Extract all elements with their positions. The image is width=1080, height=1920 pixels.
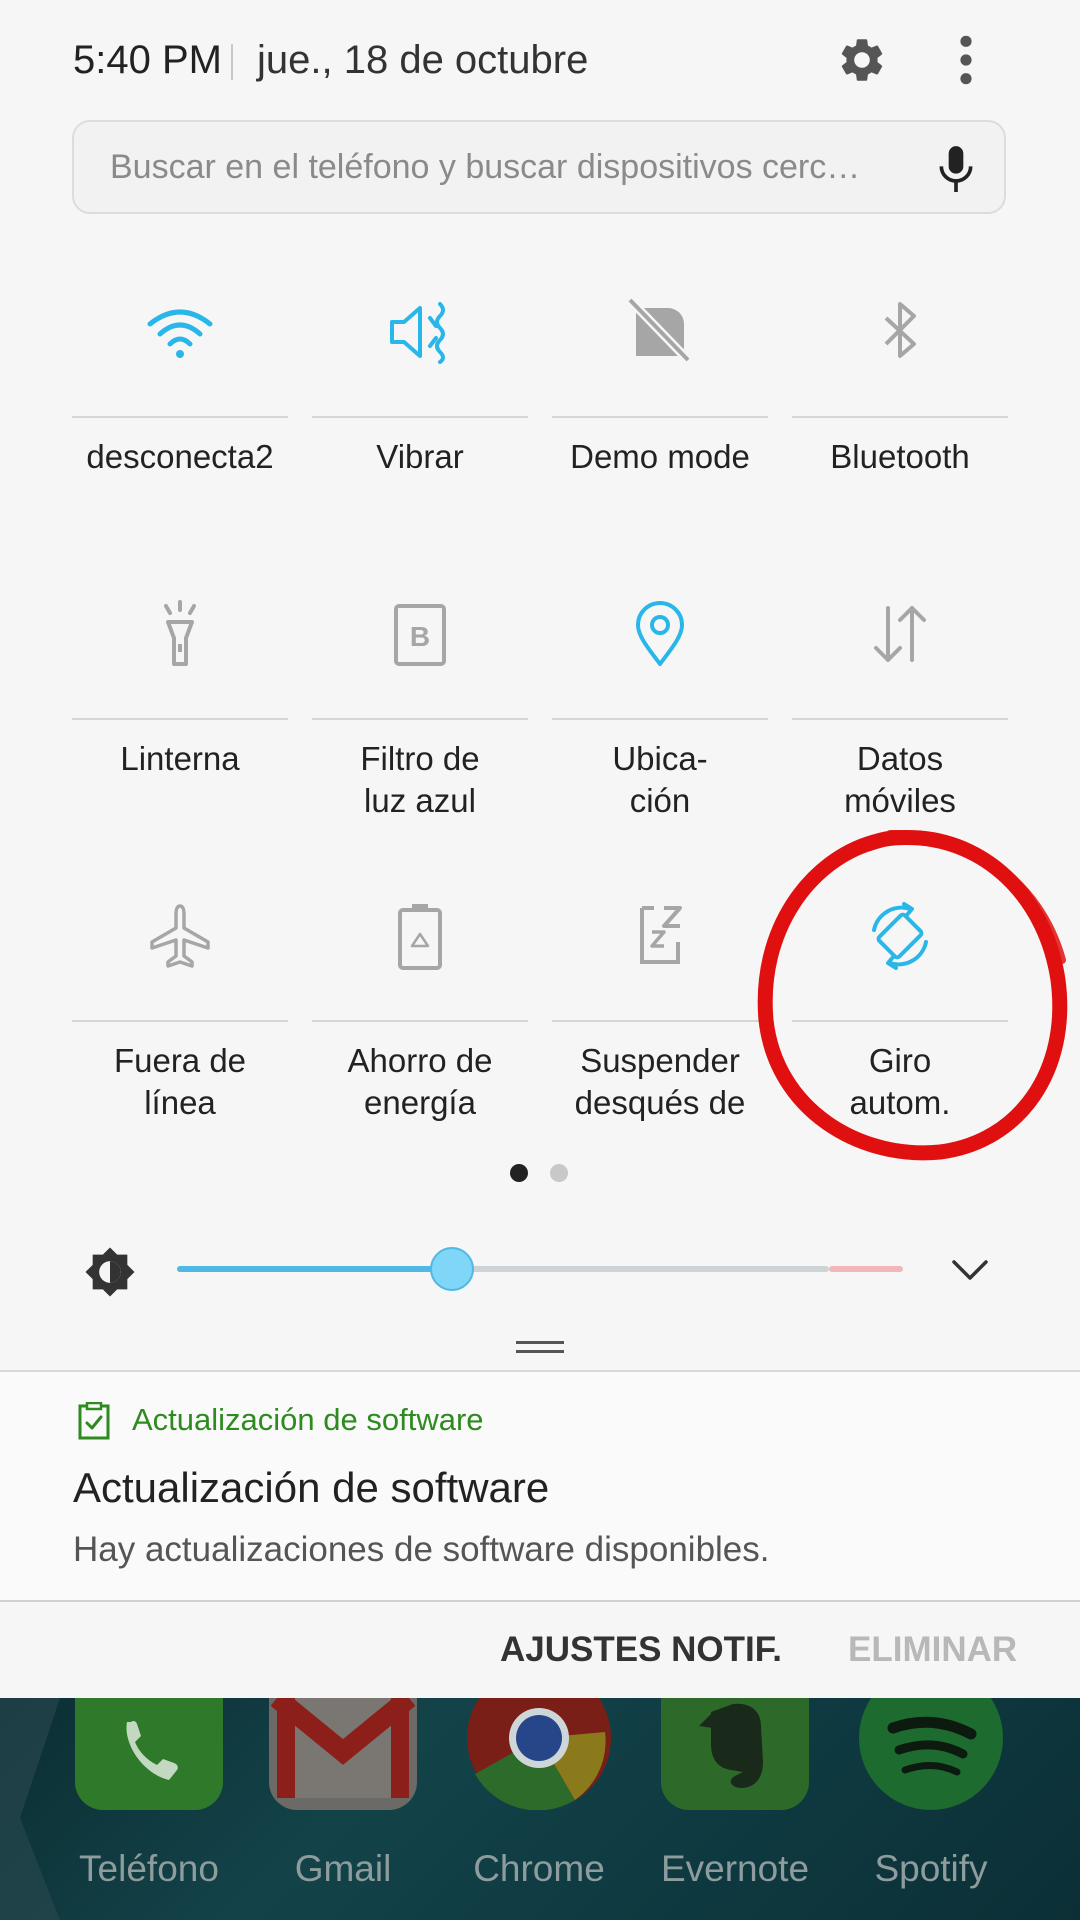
wifi-icon — [147, 309, 213, 358]
notification-app-name: Actualización de software — [132, 1402, 484, 1437]
notification-card[interactable]: Actualización de software Actualización … — [0, 1372, 1080, 1600]
software-update-icon — [78, 1402, 110, 1440]
spotify-app-icon — [857, 1698, 1005, 1810]
flashlight-icon — [164, 600, 196, 666]
gmail-app-icon — [269, 1698, 417, 1810]
notification-title: Actualización de software — [73, 1464, 550, 1511]
brightness-track-empty — [453, 1266, 829, 1272]
tile-label: desconecta2 — [86, 438, 274, 475]
bluetooth-icon — [884, 302, 916, 358]
brightness-track-high — [829, 1266, 903, 1272]
tile-divider — [792, 718, 1008, 720]
dock-app-label: Spotify — [874, 1848, 988, 1889]
tile-divider — [792, 416, 1008, 418]
tile-divider — [792, 1020, 1008, 1022]
drag-handle[interactable] — [516, 1341, 564, 1344]
brightness-icon — [85, 1247, 135, 1297]
tile-power-saving[interactable]: Ahorro de energía — [312, 872, 528, 1132]
search-bar[interactable]: Buscar en el teléfono y buscar dispositi… — [72, 120, 1006, 214]
airplane-icon — [150, 904, 210, 968]
tile-divider — [72, 416, 288, 418]
dock-app-label: Evernote — [660, 1848, 810, 1889]
tile-blue-light-filter[interactable]: B Filtro de luz azul — [312, 570, 528, 830]
tile-label: Linterna — [120, 740, 240, 777]
tile-label: Datos móviles — [844, 740, 956, 819]
notification-body: Hay actualizaciones de software disponib… — [73, 1530, 770, 1569]
tile-divider — [72, 718, 288, 720]
tile-flashlight[interactable]: Linterna — [72, 570, 288, 830]
dock-app-label: Gmail — [294, 1848, 392, 1889]
header-separator — [231, 44, 233, 80]
tile-label: Suspender desqués de — [574, 1042, 746, 1121]
tile-bluetooth[interactable]: Bluetooth — [792, 268, 1008, 528]
notification-panel-header: 5:40 PM jue., 18 de octubre — [0, 0, 1080, 120]
tile-divider — [552, 416, 768, 418]
dock-app-label: Chrome — [473, 1848, 605, 1889]
tile-divider — [552, 718, 768, 720]
dock-app-label: Teléfono — [79, 1848, 219, 1889]
tile-divider — [312, 1020, 528, 1022]
drag-handle[interactable] — [516, 1350, 564, 1353]
date: jue., 18 de octubre — [257, 38, 589, 82]
demo-mode-icon — [626, 296, 692, 364]
brightness-slider-thumb[interactable] — [430, 1247, 474, 1291]
dock-app-phone[interactable]: Teléfono — [51, 1698, 247, 1920]
tile-wifi[interactable]: desconecta2 — [72, 268, 288, 528]
tile-label: Ubica- ción — [612, 740, 708, 819]
tile-auto-rotate[interactable]: Giro autom. — [792, 872, 1008, 1132]
dock-app-evernote[interactable]: Evernote — [637, 1698, 833, 1920]
home-dock: Teléfono Gmail Chrome Evernote Spotify — [0, 1698, 1080, 1920]
search-input[interactable]: Buscar en el teléfono y buscar dispositi… — [110, 148, 890, 187]
tile-label: Demo mode — [570, 438, 750, 475]
page-indicator-inactive[interactable] — [550, 1164, 568, 1182]
tile-demo-mode[interactable]: Demo mode — [552, 268, 768, 528]
brightness-track-filled — [177, 1266, 453, 1272]
page-indicator-active[interactable] — [510, 1164, 528, 1182]
tile-divider — [72, 1020, 288, 1022]
tile-divider — [312, 416, 528, 418]
dock-app-spotify[interactable]: Spotify — [833, 1698, 1029, 1920]
tile-location[interactable]: Ubica- ción — [552, 570, 768, 830]
dock-app-chrome[interactable]: Chrome — [441, 1698, 637, 1920]
tile-label: Ahorro de energía — [347, 1042, 493, 1121]
clear-notifications-button[interactable]: ELIMINAR — [848, 1630, 1017, 1670]
sleep-icon — [640, 906, 682, 964]
tile-label: Fuera de línea — [113, 1042, 247, 1121]
tile-divider — [312, 718, 528, 720]
notification-settings-button[interactable]: AJUSTES NOTIF. — [500, 1630, 782, 1670]
dock-app-gmail[interactable]: Gmail — [245, 1698, 441, 1920]
tile-label: Filtro de luz azul — [360, 740, 480, 819]
mobile-data-icon — [874, 606, 926, 662]
more-options-icon[interactable] — [948, 32, 984, 88]
evernote-app-icon — [661, 1698, 809, 1810]
tile-airplane[interactable]: Fuera de línea — [72, 872, 288, 1132]
tile-sleep[interactable]: Suspender desqués de — [552, 872, 768, 1132]
notification-actions: AJUSTES NOTIF. ELIMINAR — [0, 1602, 1080, 1698]
chevron-down-icon[interactable] — [948, 1250, 992, 1290]
phone-app-icon — [75, 1698, 223, 1810]
svg-text:B: B — [410, 621, 430, 652]
tile-mobile-data[interactable]: Datos móviles — [792, 570, 1008, 830]
microphone-icon[interactable] — [934, 144, 978, 196]
tile-divider — [552, 1020, 768, 1022]
chrome-app-icon — [465, 1698, 613, 1810]
blue-light-filter-icon: B — [394, 604, 446, 666]
tile-vibrate[interactable]: Vibrar — [312, 268, 528, 528]
auto-rotate-icon — [872, 902, 928, 970]
gear-icon[interactable] — [836, 34, 888, 86]
power-saving-icon — [398, 904, 442, 970]
tile-label: Giro autom. — [849, 1042, 951, 1121]
location-icon — [636, 601, 684, 666]
vibrate-icon — [390, 302, 445, 364]
clock: 5:40 PM — [73, 38, 222, 82]
tile-label: Bluetooth — [830, 438, 970, 475]
tile-label: Vibrar — [376, 438, 464, 475]
